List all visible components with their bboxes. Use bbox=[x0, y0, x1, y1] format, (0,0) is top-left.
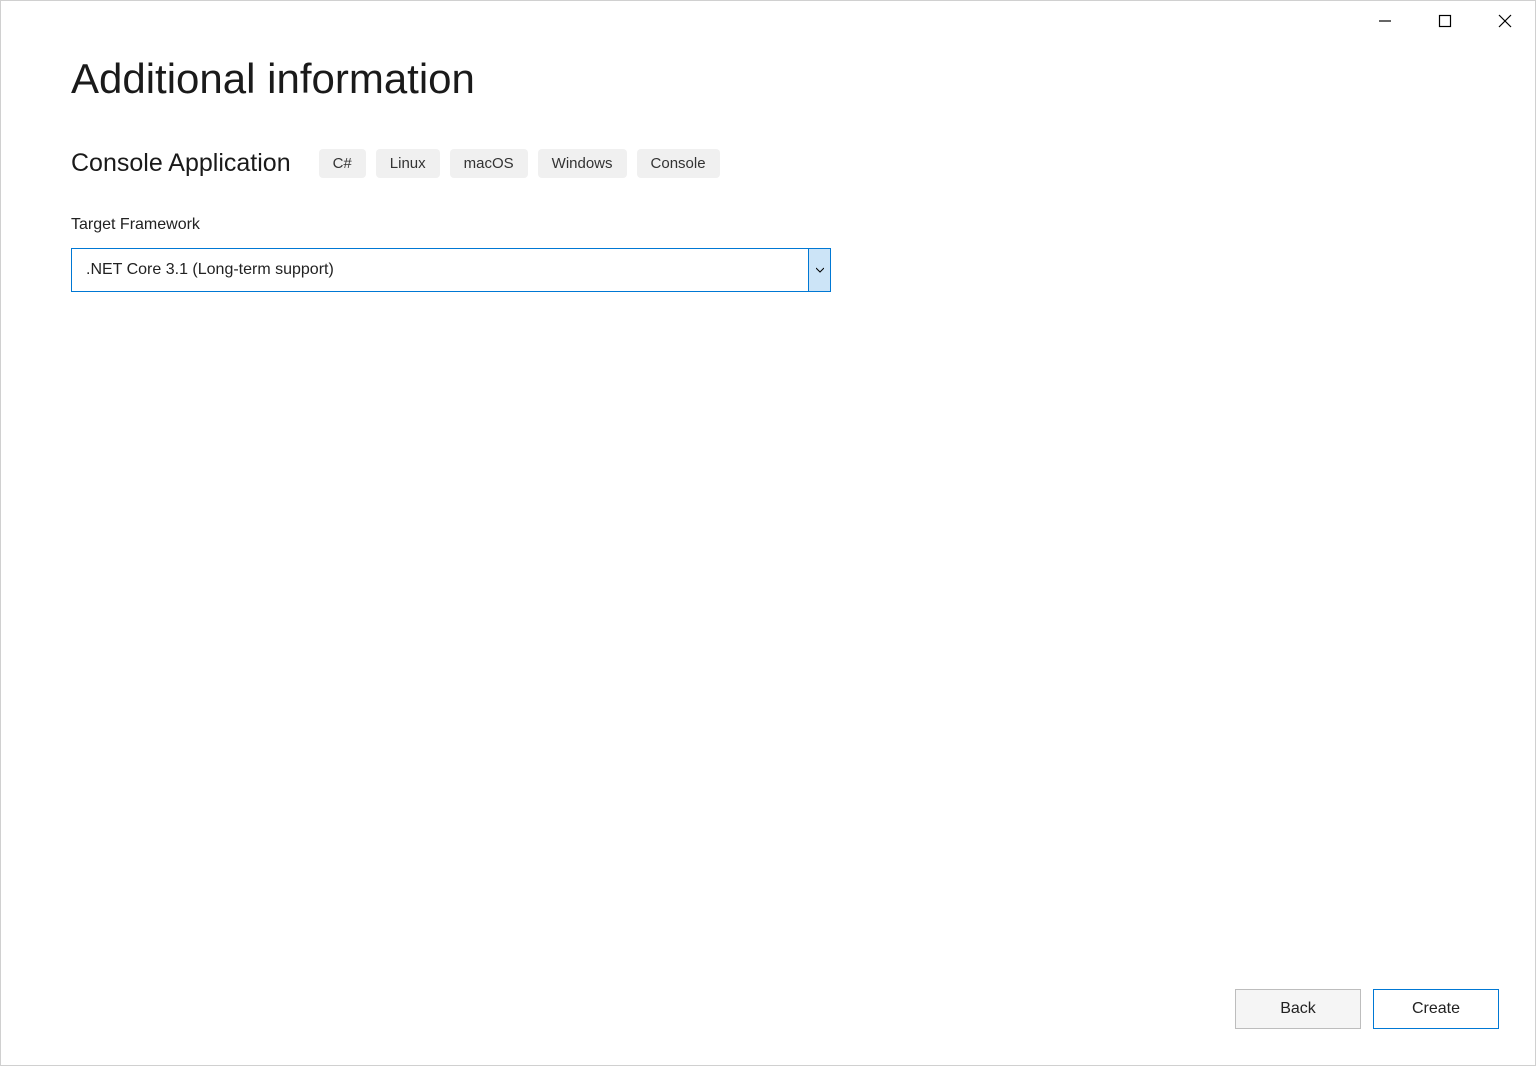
project-tags: C# Linux macOS Windows Console bbox=[319, 149, 720, 178]
target-framework-dropdown[interactable]: .NET Core 3.1 (Long-term support) bbox=[71, 248, 831, 292]
minimize-button[interactable] bbox=[1355, 1, 1415, 41]
tag-linux: Linux bbox=[376, 149, 440, 178]
tag-macos: macOS bbox=[450, 149, 528, 178]
close-icon bbox=[1498, 14, 1512, 28]
window-controls bbox=[1355, 1, 1535, 41]
tag-csharp: C# bbox=[319, 149, 366, 178]
minimize-icon bbox=[1378, 14, 1392, 28]
maximize-icon bbox=[1438, 14, 1452, 28]
close-button[interactable] bbox=[1475, 1, 1535, 41]
tag-console: Console bbox=[637, 149, 720, 178]
back-button[interactable]: Back bbox=[1235, 989, 1361, 1029]
chevron-down-icon bbox=[816, 267, 824, 273]
project-type: Console Application bbox=[71, 149, 291, 178]
maximize-button[interactable] bbox=[1415, 1, 1475, 41]
page-title: Additional information bbox=[71, 55, 1465, 103]
project-info-row: Console Application C# Linux macOS Windo… bbox=[71, 149, 1465, 178]
create-button[interactable]: Create bbox=[1373, 989, 1499, 1029]
content-area: Additional information Console Applicati… bbox=[1, 1, 1535, 292]
tag-windows: Windows bbox=[538, 149, 627, 178]
dropdown-arrow-button[interactable] bbox=[808, 249, 830, 291]
footer-buttons: Back Create bbox=[1235, 989, 1499, 1029]
target-framework-label: Target Framework bbox=[71, 216, 1465, 234]
target-framework-value: .NET Core 3.1 (Long-term support) bbox=[72, 249, 808, 291]
